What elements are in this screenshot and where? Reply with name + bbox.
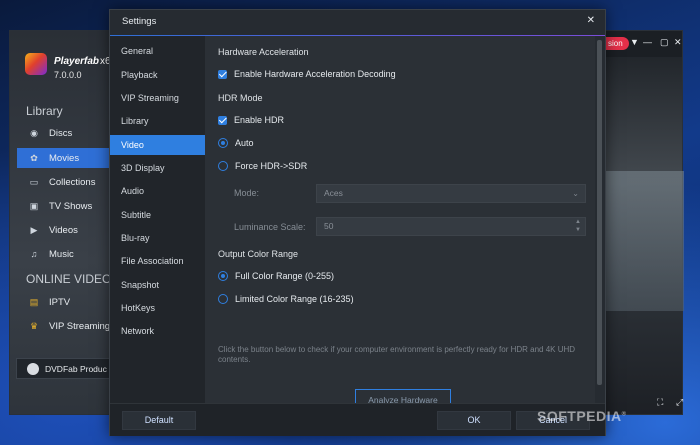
expand-icon[interactable]: ⤢: [676, 397, 683, 408]
sidebar-item-collections[interactable]: ▭ Collections: [17, 172, 115, 192]
mode-select[interactable]: Aces ⌄: [316, 184, 586, 203]
output-color-range-heading: Output Color Range: [218, 249, 299, 259]
settings-dialog: Settings ✕ General Playback VIP Streamin…: [109, 9, 606, 436]
online-video-section-title: ONLINE VIDEO: [26, 272, 112, 286]
music-note-icon: ♫: [30, 249, 38, 259]
dialog-footer: Default OK Cancel: [110, 403, 605, 436]
category-hotkeys[interactable]: HotKeys: [110, 298, 205, 318]
checkbox-label: Enable Hardware Acceleration Decoding: [234, 69, 396, 79]
category-video[interactable]: Video: [110, 135, 205, 155]
sidebar-item-label: Music: [49, 248, 74, 260]
radio-label: Auto: [235, 138, 254, 148]
radio-label: Full Color Range (0-255): [235, 271, 335, 281]
softpedia-watermark: SOFTPEDIA®: [537, 408, 627, 424]
chevron-down-icon: ⌄: [572, 189, 579, 198]
fullscreen-icon[interactable]: ⛶: [657, 397, 663, 408]
sidebar-item-label: Discs: [49, 127, 73, 139]
radio-selected-icon: [218, 271, 228, 281]
sidebar-item-iptv[interactable]: ▤ IPTV: [17, 292, 115, 312]
sidebar-item-label: Videos: [49, 224, 78, 236]
minimize-icon[interactable]: —: [643, 37, 652, 47]
checkbox-checked-icon: [218, 69, 227, 79]
library-section-title: Library: [26, 104, 63, 118]
checkbox-checked-icon: [218, 115, 227, 125]
category-snapshot[interactable]: Snapshot: [110, 275, 205, 295]
sidebar-item-label: VIP Streaming: [49, 320, 111, 332]
full-color-range-radio[interactable]: Full Color Range (0-255): [218, 271, 334, 281]
sidebar-item-label: IPTV: [49, 296, 71, 308]
iptv-icon: ▤: [29, 296, 39, 307]
sidebar-item-movies[interactable]: ✿ Movies: [17, 148, 115, 168]
category-3d-display[interactable]: 3D Display: [110, 158, 205, 178]
mode-select-value: Aces: [324, 188, 343, 198]
sidebar-item-videos[interactable]: ▶ Videos: [17, 220, 115, 240]
tv-icon: ▣: [29, 200, 39, 211]
spin-up-icon[interactable]: ▲: [575, 218, 581, 226]
video-icon: ▶: [30, 224, 38, 235]
spin-down-icon[interactable]: ▼: [575, 226, 581, 234]
ok-button[interactable]: OK: [437, 411, 511, 430]
movie-reel-icon: ✿: [30, 152, 38, 163]
sidebar-item-tv-shows[interactable]: ▣ TV Shows: [17, 196, 115, 216]
radio-label: Force HDR->SDR: [235, 161, 308, 171]
category-vip-streaming[interactable]: VIP Streaming: [110, 88, 205, 108]
dvdfab-products-label: DVDFab Produc: [45, 363, 107, 374]
analyze-info-text: Click the button below to check if your …: [218, 345, 576, 364]
radio-selected-icon: [218, 138, 228, 148]
settings-category-list: General Playback VIP Streaming Library V…: [110, 36, 205, 403]
enable-hw-acceleration-checkbox[interactable]: Enable Hardware Acceleration Decoding: [218, 69, 396, 79]
playerfab-logo-icon: [25, 53, 47, 75]
category-library[interactable]: Library: [110, 111, 205, 131]
video-settings-panel: Hardware Acceleration Enable Hardware Ac…: [205, 36, 595, 403]
sidebar-item-label: Movies: [49, 152, 80, 164]
luminance-scale-spinbox[interactable]: 50 ▲ ▼: [316, 217, 586, 236]
sidebar-item-vip-streaming[interactable]: ♛ VIP Streaming: [17, 316, 115, 336]
category-playback[interactable]: Playback: [110, 65, 205, 85]
collections-icon: ▭: [29, 176, 39, 187]
category-file-association[interactable]: File Association: [110, 251, 205, 271]
hdr-mode-heading: HDR Mode: [218, 93, 263, 103]
hardware-acceleration-heading: Hardware Acceleration: [218, 47, 309, 57]
force-hdr-sdr-radio[interactable]: Force HDR->SDR: [218, 161, 307, 171]
app-sidebar: Playerfab x6 7.0.0.0 Library ◉ Discs ✿ M…: [10, 31, 117, 414]
category-subtitle[interactable]: Subtitle: [110, 205, 205, 225]
analyze-hardware-button[interactable]: Analyze Hardware: [355, 389, 451, 403]
radio-unselected-icon: [218, 294, 228, 304]
disc-icon: ◉: [30, 127, 38, 138]
category-audio[interactable]: Audio: [110, 181, 205, 201]
sidebar-item-discs[interactable]: ◉ Discs: [17, 123, 115, 143]
menu-dropdown-icon[interactable]: ▼: [630, 37, 639, 47]
category-blu-ray[interactable]: Blu-ray: [110, 228, 205, 248]
close-icon[interactable]: ✕: [587, 15, 595, 26]
checkbox-label: Enable HDR: [234, 115, 285, 125]
default-button[interactable]: Default: [122, 411, 196, 430]
app-version: 7.0.0.0: [54, 70, 82, 80]
sidebar-item-label: TV Shows: [49, 200, 93, 212]
radio-unselected-icon: [218, 161, 228, 171]
enable-hdr-checkbox[interactable]: Enable HDR: [218, 115, 284, 125]
settings-scrollbar[interactable]: [597, 40, 602, 385]
dialog-title: Settings: [122, 16, 157, 27]
background-artwork: [600, 171, 684, 311]
dvdfab-products-button[interactable]: DVDFab Produc: [16, 358, 117, 379]
close-icon[interactable]: ✕: [674, 37, 682, 48]
app-brand: Playerfab: [54, 56, 100, 67]
category-general[interactable]: General: [110, 41, 205, 61]
limited-color-range-radio[interactable]: Limited Color Range (16-235): [218, 294, 354, 304]
sidebar-item-label: Collections: [49, 176, 96, 188]
sidebar-item-music[interactable]: ♫ Music: [17, 244, 115, 264]
hdr-auto-radio[interactable]: Auto: [218, 138, 254, 148]
dvdfab-icon: [27, 362, 39, 375]
luminance-scale-label: Luminance Scale:: [234, 222, 306, 232]
radio-label: Limited Color Range (16-235): [235, 294, 354, 304]
maximize-icon[interactable]: ▢: [660, 37, 669, 48]
category-network[interactable]: Network: [110, 321, 205, 341]
vip-crown-icon: ♛: [29, 320, 39, 331]
mode-label: Mode:: [234, 188, 260, 198]
luminance-scale-value: 50: [324, 221, 334, 231]
